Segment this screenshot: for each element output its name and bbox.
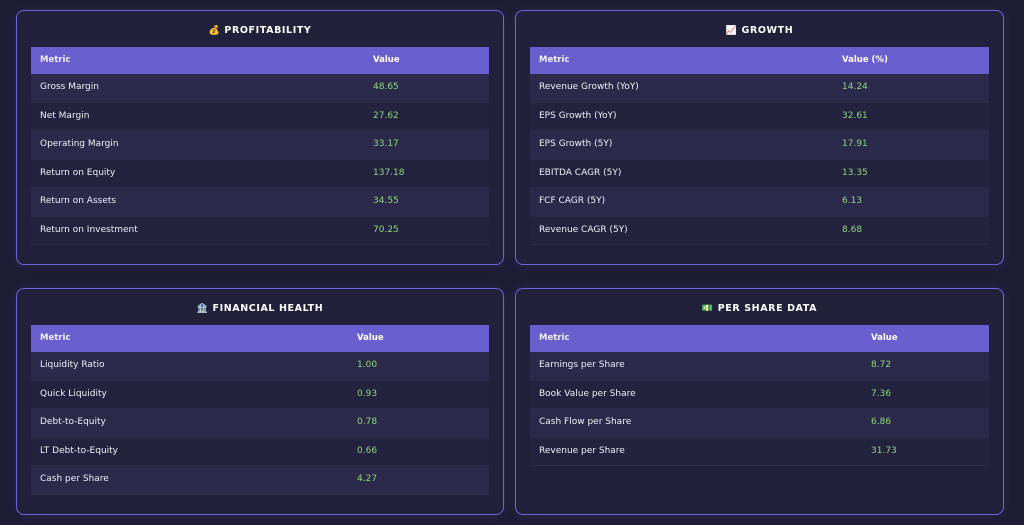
metric-value: 8.72 [871, 360, 892, 370]
table-row: Return on Assets 34.55 [31, 188, 489, 217]
metric-value: 13.35 [842, 167, 868, 178]
table-row: Revenue per Share 31.73 [530, 437, 989, 466]
column-header-value: Value (%) [842, 55, 888, 65]
profitability-card: 💰 PROFITABILITY Metric Value Gross Margin… [16, 10, 504, 265]
table-row: Earnings per Share 8.72 [530, 352, 989, 381]
table-row: Gross Margin 48.65 [31, 74, 489, 103]
metric-name: Revenue CAGR (5Y) [539, 224, 628, 235]
metric-value: 0.66 [357, 445, 378, 456]
per-share-title: 💵 PER SHARE DATA [701, 303, 818, 314]
table-header: Metric Value [31, 47, 489, 74]
metric-name: Return on Equity [40, 167, 116, 178]
metric-value: 1.00 [357, 360, 378, 370]
financial-health-card: 🏦 FINANCIAL HEALTH Metric Value Liquidity… [16, 288, 504, 515]
metric-name: FCF CAGR (5Y) [539, 196, 606, 206]
table-row: Debt-to-Equity 0.78 [31, 409, 489, 438]
growth-title: 📈 GROWTH [725, 25, 794, 36]
metric-value: 32.61 [842, 110, 868, 121]
metric-value: 7.36 [871, 388, 892, 399]
table-header: Metric Value (%) [530, 47, 989, 74]
column-header-metric: Metric [539, 55, 570, 65]
metric-value: 0.78 [357, 417, 378, 427]
column-header-metric: Metric [539, 333, 570, 343]
banknote-icon: 💵 [701, 304, 714, 314]
table-row: LT Debt-to-Equity 0.66 [31, 437, 489, 466]
metric-name: Return on Assets [40, 196, 117, 206]
table-row: Liquidity Ratio 1.00 [31, 352, 489, 381]
table-row: FCF CAGR (5Y) 6.13 [530, 188, 989, 217]
table-row: Return on Investment 70.25 [31, 216, 489, 245]
metric-name: Revenue per Share [539, 445, 625, 456]
table-row: Revenue CAGR (5Y) 8.68 [530, 216, 989, 245]
per-share-card: 💵 PER SHARE DATA Metric Value Earnings pe… [515, 288, 1004, 515]
metric-value: 17.91 [842, 139, 868, 149]
per-share-table: Metric Value Earnings per Share 8.72 Book… [530, 325, 989, 466]
metric-value: 70.25 [373, 224, 399, 235]
profitability-table: Metric Value Gross Margin 48.65 Net Margi… [31, 47, 489, 245]
metric-name: Gross Margin [40, 82, 99, 92]
table-header: Metric Value [31, 325, 489, 352]
metric-name: Book Value per Share [539, 388, 636, 399]
column-header-metric: Metric [40, 55, 71, 65]
metric-name: LT Debt-to-Equity [40, 445, 118, 456]
metric-value: 4.27 [357, 474, 378, 484]
metric-value: 33.17 [373, 139, 399, 149]
metric-value: 6.13 [842, 196, 863, 206]
table-row: Quick Liquidity 0.93 [31, 380, 489, 409]
chart-increasing-icon: 📈 [725, 26, 738, 36]
metric-name: Liquidity Ratio [40, 360, 105, 370]
metric-name: Debt-to-Equity [40, 417, 106, 427]
metric-value: 0.93 [357, 388, 378, 399]
metric-name: Operating Margin [40, 139, 119, 149]
metric-value: 137.18 [373, 167, 405, 178]
column-header-value: Value [357, 333, 384, 343]
table-row: Book Value per Share 7.36 [530, 380, 989, 409]
table-row: EBITDA CAGR (5Y) 13.35 [530, 159, 989, 188]
table-row: Net Margin 27.62 [31, 102, 489, 131]
money-bag-icon: 💰 [208, 26, 221, 36]
metric-value: 34.55 [373, 196, 399, 206]
metric-value: 6.86 [871, 417, 892, 427]
growth-card: 📈 GROWTH Metric Value (%) Revenue Growth … [515, 10, 1004, 265]
metric-name: Cash per Share [40, 474, 109, 484]
table-row: EPS Growth (YoY) 32.61 [530, 102, 989, 131]
financial-health-title: 🏦 FINANCIAL HEALTH [196, 303, 324, 314]
column-header-value: Value [373, 55, 400, 65]
metric-name: EPS Growth (YoY) [539, 110, 617, 121]
metric-name: Earnings per Share [539, 360, 625, 370]
metric-value: 31.73 [871, 445, 897, 456]
profitability-title: 💰 PROFITABILITY [208, 25, 312, 36]
metric-value: 14.24 [842, 82, 868, 92]
metric-name: EBITDA CAGR (5Y) [539, 167, 622, 178]
financial-health-table: Metric Value Liquidity Ratio 1.00 Quick L… [31, 325, 489, 495]
metric-name: Quick Liquidity [40, 388, 107, 399]
metric-name: EPS Growth (5Y) [539, 139, 613, 149]
metric-name: Revenue Growth (YoY) [539, 82, 639, 92]
table-row: Cash Flow per Share 6.86 [530, 409, 989, 438]
metric-name: Return on Investment [40, 224, 138, 235]
table-row: Cash per Share 4.27 [31, 466, 489, 495]
metric-name: Net Margin [40, 110, 90, 121]
table-header: Metric Value [530, 325, 989, 352]
column-header-metric: Metric [40, 333, 71, 343]
column-header-value: Value [871, 333, 898, 343]
table-row: Operating Margin 33.17 [31, 131, 489, 160]
growth-table: Metric Value (%) Revenue Growth (YoY) 14.… [530, 47, 989, 245]
table-row: EPS Growth (5Y) 17.91 [530, 131, 989, 160]
bank-icon: 🏦 [196, 304, 209, 314]
table-row: Revenue Growth (YoY) 14.24 [530, 74, 989, 103]
metric-value: 48.65 [373, 82, 399, 92]
metric-value: 8.68 [842, 224, 863, 235]
metric-value: 27.62 [373, 110, 399, 121]
table-row: Return on Equity 137.18 [31, 159, 489, 188]
metric-name: Cash Flow per Share [539, 417, 632, 427]
